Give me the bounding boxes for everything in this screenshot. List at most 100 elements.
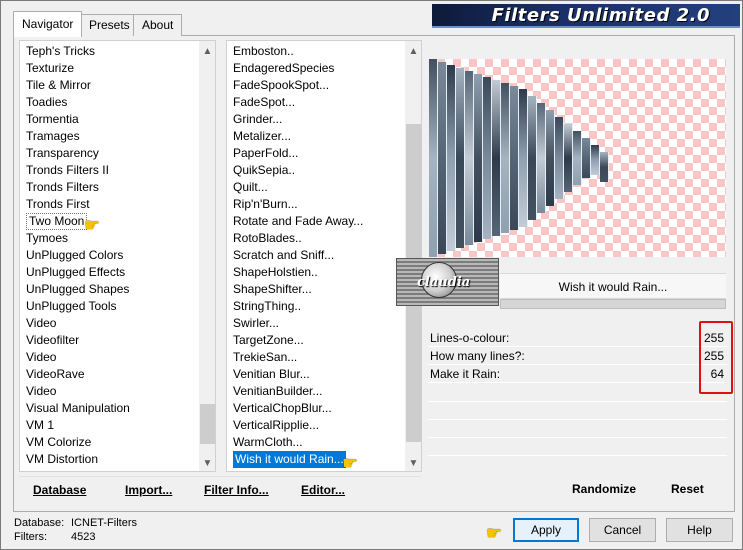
- filter-list-item[interactable]: FadeSpookSpot...: [233, 77, 329, 94]
- rain-stripe: [447, 65, 456, 251]
- filters-status-label: Filters:: [14, 531, 47, 543]
- filter-list-item[interactable]: WarmCloth...: [233, 434, 303, 451]
- category-list-item[interactable]: Transparency: [26, 145, 99, 162]
- category-list-item[interactable]: Tronds First: [26, 196, 90, 213]
- filter-list-item[interactable]: Emboston..: [233, 43, 294, 60]
- rain-stripe: [600, 152, 609, 182]
- logo-text: claudia: [417, 275, 471, 290]
- filter-list-item[interactable]: RotoBlades..: [233, 230, 302, 247]
- category-list-item[interactable]: UnPlugged Tools: [26, 298, 117, 315]
- rain-stripe: [501, 83, 510, 233]
- category-list[interactable]: Teph's Tricks Texturize Tile & Mirror Toadi…: [19, 40, 216, 472]
- category-list-item[interactable]: Tronds Filters II: [26, 162, 109, 179]
- category-list-item[interactable]: UnPlugged Colors: [26, 247, 123, 264]
- filter-scrollbar[interactable]: ▲ ▼: [405, 41, 421, 471]
- pointing-hand-icon: ☛: [84, 215, 101, 235]
- tab-about[interactable]: About: [133, 14, 183, 36]
- filter-list-item[interactable]: Swirler...: [233, 315, 279, 332]
- filter-list-item[interactable]: TrekieSan...: [233, 349, 297, 366]
- filter-list-item[interactable]: VenitianBuilder...: [233, 383, 322, 400]
- rain-stripe: [555, 117, 564, 199]
- rain-stripe: [429, 59, 438, 257]
- scroll-down-arrow-icon[interactable]: ▼: [405, 455, 421, 471]
- rain-stripe: [465, 71, 474, 245]
- filter-list-item[interactable]: Rotate and Fade Away...: [233, 213, 363, 230]
- cancel-button[interactable]: Cancel: [589, 518, 656, 542]
- category-scrollbar[interactable]: ▲ ▼: [199, 41, 215, 471]
- category-list-item[interactable]: VM Distortion: [26, 451, 98, 468]
- filter-list-item[interactable]: FadeSpot...: [233, 94, 295, 111]
- highlight-box: [699, 321, 733, 394]
- tab-navigator[interactable]: Navigator: [13, 11, 83, 37]
- scroll-up-arrow-icon[interactable]: ▲: [405, 43, 421, 60]
- pointing-hand-icon: ☛: [486, 523, 503, 543]
- param-row[interactable]: Lines-o-colour: 255: [428, 330, 727, 347]
- rain-stripe: [510, 86, 519, 230]
- filter-list-item[interactable]: Metalizer...: [233, 128, 291, 145]
- filters-status-value: 4523: [71, 531, 96, 543]
- filter-list-item[interactable]: Grinder...: [233, 111, 282, 128]
- rain-stripe: [438, 62, 447, 254]
- category-list-item[interactable]: Tramages: [26, 128, 80, 145]
- filter-list-item[interactable]: Venitian Blur...: [233, 366, 310, 383]
- param-row[interactable]: Make it Rain: 64: [428, 366, 727, 383]
- param-label: Make it Rain:: [430, 367, 501, 381]
- import-button-label: Import...: [125, 483, 173, 497]
- title-banner: Filters Unlimited 2.0: [432, 4, 740, 28]
- filter-list-item[interactable]: StringThing..: [233, 298, 301, 315]
- category-list-item[interactable]: Tormentia: [26, 111, 79, 128]
- category-list-item[interactable]: Two Moon: [26, 213, 88, 230]
- scroll-up-arrow-icon[interactable]: ▲: [199, 43, 215, 60]
- category-list-item[interactable]: Tymoes: [26, 230, 68, 247]
- import-button[interactable]: Import...: [125, 480, 172, 500]
- filter-list-item[interactable]: Wish it would Rain...: [233, 451, 346, 468]
- filter-list-item[interactable]: Scratch and Sniff...: [233, 247, 334, 264]
- category-list-item[interactable]: Video: [26, 349, 56, 366]
- filter-list-item[interactable]: ShapeShifter...: [233, 281, 312, 298]
- tab-presets[interactable]: Presets: [80, 14, 139, 36]
- category-list-item[interactable]: Visual Manipulation: [26, 400, 130, 417]
- preview-progress-bar: [500, 299, 726, 309]
- rain-stripe: [564, 124, 573, 192]
- param-row[interactable]: How many lines?: 255: [428, 348, 727, 365]
- scroll-thumb[interactable]: [200, 404, 215, 444]
- database-status-value: ICNET-Filters: [71, 517, 137, 529]
- database-button-label: Database: [33, 483, 87, 497]
- category-list-item[interactable]: UnPlugged Shapes: [26, 281, 129, 298]
- filter-list-item[interactable]: EndageredSpecies: [233, 60, 334, 77]
- category-list-item[interactable]: Toadies: [26, 94, 67, 111]
- apply-button[interactable]: Apply: [513, 518, 579, 542]
- filter-list[interactable]: Emboston.. EndageredSpecies FadeSpookSpot.…: [226, 40, 422, 472]
- category-list-item[interactable]: Tronds Filters: [26, 179, 99, 196]
- filter-list-item[interactable]: PaperFold...: [233, 145, 298, 162]
- filter-list-item[interactable]: Quilt...: [233, 179, 268, 196]
- category-list-item[interactable]: Texturize: [26, 60, 74, 77]
- category-list-item[interactable]: Video: [26, 383, 56, 400]
- category-list-item[interactable]: VideoRave: [26, 366, 85, 383]
- empty-param-line: [428, 455, 727, 456]
- filter-list-item[interactable]: Rip'n'Burn...: [233, 196, 298, 213]
- rain-stripe: [519, 89, 528, 227]
- randomize-button[interactable]: Randomize: [572, 479, 636, 499]
- category-list-item[interactable]: Tile & Mirror: [26, 77, 91, 94]
- filter-info-button[interactable]: Filter Info...: [204, 480, 269, 500]
- rain-stripe: [546, 110, 555, 206]
- filter-list-item[interactable]: ShapeHolstien..: [233, 264, 318, 281]
- category-list-item[interactable]: Videofilter: [26, 332, 79, 349]
- filter-list-item[interactable]: QuikSepia..: [233, 162, 295, 179]
- category-list-item[interactable]: VM Colorize: [26, 434, 91, 451]
- editor-button[interactable]: Editor...: [301, 480, 345, 500]
- rain-stripe: [582, 138, 591, 178]
- database-status-label: Database:: [14, 517, 65, 529]
- filter-list-item[interactable]: VerticalChopBlur...: [233, 400, 332, 417]
- category-list-item[interactable]: Teph's Tricks: [26, 43, 95, 60]
- filter-list-item[interactable]: VerticalRipplie...: [233, 417, 319, 434]
- reset-button[interactable]: Reset: [671, 479, 704, 499]
- scroll-down-arrow-icon[interactable]: ▼: [199, 455, 215, 471]
- category-list-item[interactable]: UnPlugged Effects: [26, 264, 125, 281]
- help-button[interactable]: Help: [666, 518, 733, 542]
- database-button[interactable]: Database: [33, 480, 86, 500]
- category-list-item[interactable]: Video: [26, 315, 56, 332]
- category-list-item[interactable]: VM 1: [26, 417, 54, 434]
- filter-list-item[interactable]: TargetZone...: [233, 332, 304, 349]
